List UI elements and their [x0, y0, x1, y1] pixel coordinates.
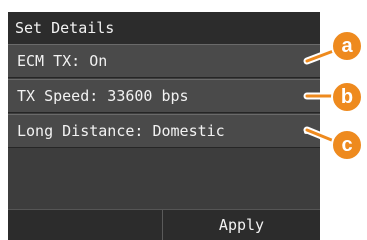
callout-c-letter: c — [341, 134, 352, 156]
apply-button[interactable]: Apply — [163, 210, 320, 240]
indicator-dot-icon — [304, 60, 308, 64]
list-item-label: ECM TX: On — [17, 52, 108, 70]
list-item-label: Long Distance: Domestic — [17, 122, 225, 140]
callout-a-letter: a — [341, 35, 353, 57]
callout-c-badge-icon — [331, 129, 363, 161]
screen-title: Set Details — [8, 12, 320, 44]
callout-b-letter: b — [341, 86, 353, 108]
list-item-label: TX Speed: 33600 bps — [17, 87, 189, 105]
list-item-ecm-tx[interactable]: ECM TX: On — [8, 44, 320, 78]
callout-a-badge-icon — [331, 30, 363, 62]
indicator-dot-icon — [304, 130, 308, 134]
empty-list-area — [8, 149, 320, 209]
list-item-tx-speed[interactable]: TX Speed: 33600 bps — [8, 79, 320, 113]
settings-screen: Set Details ECM TX: On TX Speed: 33600 b… — [8, 12, 320, 240]
indicator-dot-icon — [304, 95, 308, 99]
bottom-bar: Apply — [8, 209, 320, 240]
bottom-left-button[interactable] — [8, 210, 162, 240]
callout-b-badge-icon — [331, 81, 363, 113]
list-item-long-distance[interactable]: Long Distance: Domestic — [8, 114, 320, 148]
